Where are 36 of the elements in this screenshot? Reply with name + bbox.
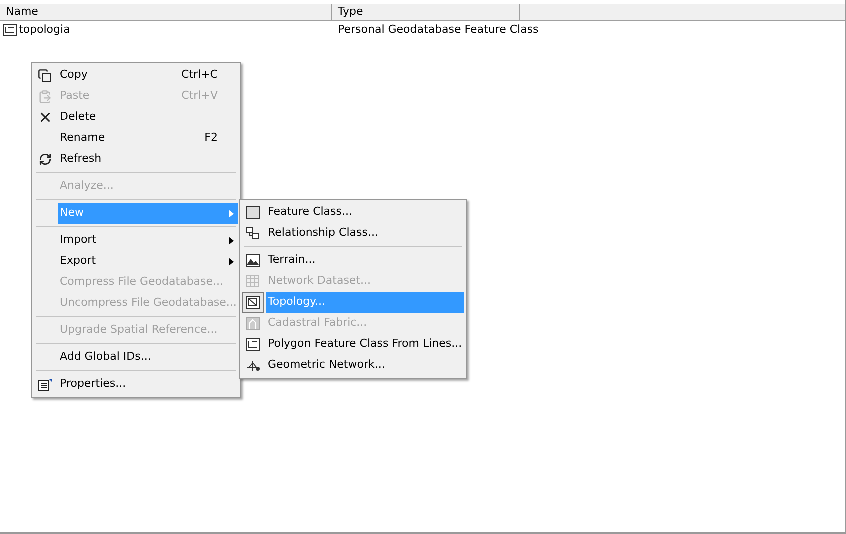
feature-class-icon xyxy=(246,206,260,219)
menu-item[interactable]: Relationship Class... xyxy=(266,223,464,244)
submenu-arrow-icon xyxy=(229,258,234,266)
network-icon xyxy=(246,359,260,372)
grid-icon xyxy=(246,275,260,288)
terrain-icon xyxy=(246,254,260,267)
menu-item[interactable]: Add Global IDs... xyxy=(58,347,238,368)
column-header[interactable]: Name xyxy=(0,4,332,20)
menu-item[interactable]: Feature Class... xyxy=(266,202,464,223)
table-cell-text: topologia xyxy=(19,22,70,38)
fabric-icon xyxy=(246,317,260,330)
menu-item[interactable]: Export xyxy=(58,251,238,272)
menu-item[interactable]: Copy Ctrl+C xyxy=(58,65,238,86)
properties-icon xyxy=(38,378,52,392)
column-header[interactable]: Type xyxy=(332,4,520,20)
submenu-arrow-icon xyxy=(229,236,234,244)
menu-item[interactable]: Properties... xyxy=(58,374,238,395)
clipboard-icon xyxy=(38,90,52,104)
menu-item[interactable]: Refresh xyxy=(58,149,238,170)
table-cell-text: Personal Geodatabase Feature Class xyxy=(337,22,539,38)
menu-item[interactable]: Geometric Network... xyxy=(266,355,464,376)
relationship-icon xyxy=(246,227,260,240)
menu-item[interactable]: Import xyxy=(58,230,238,251)
menu-item[interactable]: Delete xyxy=(58,107,238,128)
copy-icon xyxy=(38,68,52,82)
shortcut-label: Ctrl+V xyxy=(182,88,219,104)
shortcut-label: F2 xyxy=(204,130,219,146)
topology-icon xyxy=(246,296,260,309)
polygon-icon xyxy=(246,338,260,351)
menu-item[interactable]: Terrain... xyxy=(266,250,464,271)
refresh-icon xyxy=(38,153,52,166)
feature-class-icon xyxy=(3,24,17,36)
menu-item[interactable]: Polygon Feature Class From Lines... xyxy=(266,334,466,355)
submenu-arrow-icon xyxy=(229,210,234,218)
shortcut-label: Ctrl+C xyxy=(182,67,219,84)
menu-item[interactable]: Rename F2 xyxy=(58,128,238,149)
